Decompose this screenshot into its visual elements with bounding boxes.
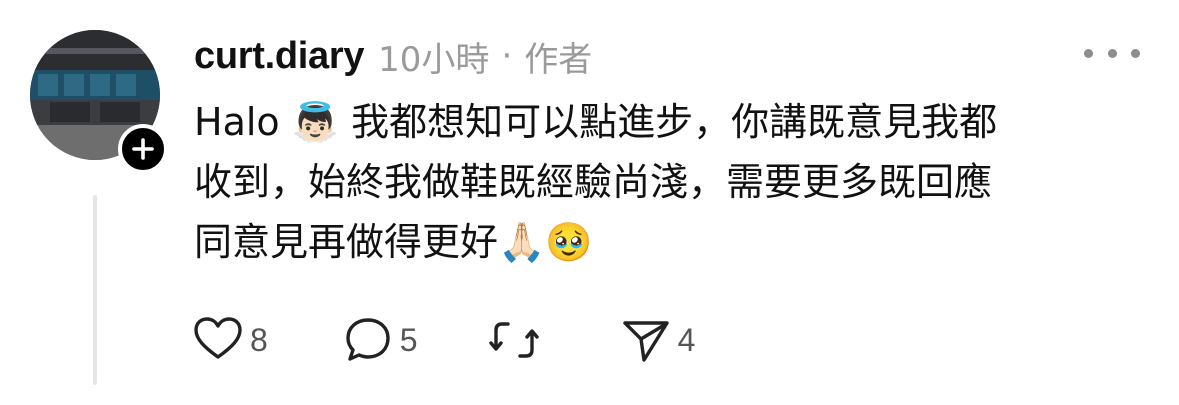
username[interactable]: curt.diary	[194, 35, 364, 78]
plus-icon	[132, 138, 154, 160]
reply-count: 5	[399, 321, 418, 358]
meta-separator: ·	[501, 36, 513, 76]
share-button[interactable]: 4	[620, 314, 696, 366]
repost-button[interactable]	[488, 314, 546, 366]
share-count: 4	[677, 321, 696, 358]
repost-icon	[488, 322, 539, 358]
avatar-container[interactable]	[30, 30, 168, 174]
more-horizontal-icon	[1084, 48, 1093, 58]
more-options-button[interactable]	[1084, 38, 1140, 68]
author-label: 作者	[524, 39, 593, 80]
like-button[interactable]: 8	[192, 314, 268, 366]
more-horizontal-icon-dot	[1131, 48, 1140, 58]
comment-header: curt.diary 10小時 · 作者	[194, 28, 592, 84]
comment-line-3: 同意見再做得更好🙏🏻🥹	[194, 212, 1144, 272]
comment-text: 同意見再做得更好	[194, 220, 499, 264]
comment-bubble-icon	[346, 318, 390, 361]
follow-button[interactable]	[118, 124, 168, 174]
comment-line-1: Halo 👼🏻 我都想知可以點進步，你講既意見我都	[194, 92, 1144, 152]
more-horizontal-icon-dot	[1107, 48, 1117, 58]
comment-body: Halo 👼🏻 我都想知可以點進步，你講既意見我都 收到，始終我做鞋既經驗尚淺，…	[194, 92, 1144, 272]
reply-button[interactable]: 5	[342, 314, 418, 366]
comment-card: curt.diary 10小時 · 作者 Halo 👼🏻 我都想知可以點進步，你…	[0, 0, 1179, 405]
send-icon	[622, 321, 669, 362]
like-count: 8	[250, 321, 268, 358]
comment-text: 我都想知可以點進步，你講既意見我都	[339, 100, 998, 144]
comment-text: 收到，始終我做鞋既經驗尚淺，需要更多既回應	[194, 160, 993, 204]
comment-text: Halo	[194, 100, 292, 144]
timestamp: 10小時	[378, 39, 490, 80]
heart-icon	[194, 317, 242, 359]
angel-emoji: 👼🏻	[291, 100, 340, 144]
action-bar: 8 5 4	[192, 314, 695, 366]
thread-line	[93, 195, 97, 385]
comment-line-2: 收到，始終我做鞋既經驗尚淺，需要更多既回應	[194, 152, 1144, 212]
pray-pleading-emojis: 🙏🏻🥹	[498, 220, 593, 264]
